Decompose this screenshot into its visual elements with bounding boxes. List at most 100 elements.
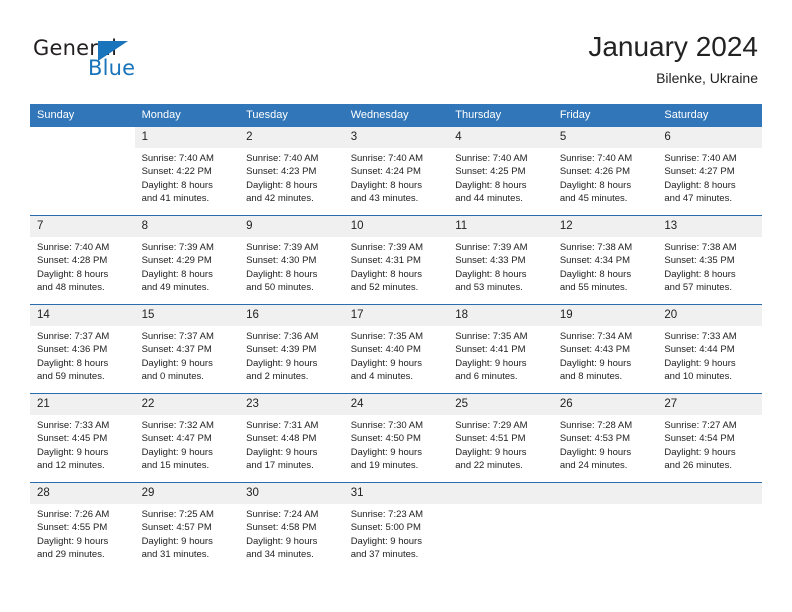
day-info-line: Sunrise: 7:34 AM bbox=[559, 331, 633, 342]
calendar-day-cell[interactable]: 15 Sunrise: 7:37 AM Sunset: 4:37 PM Dayligh… bbox=[134, 304, 240, 394]
day-info-line: Sunset: 4:24 PM bbox=[350, 166, 421, 178]
calendar-day-cell[interactable]: 10 Sunrise: 7:39 AM Sunset: 4:31 PM Dayligh… bbox=[343, 215, 449, 305]
calendar-week-row: 1 Sunrise: 7:40 AM Sunset: 4:22 PM Daylight… bbox=[30, 127, 762, 216]
day-info-line: Daylight: 9 hours bbox=[350, 357, 422, 369]
day-info-line: and 34 minutes. bbox=[246, 548, 314, 560]
day-info-line: and 0 minutes. bbox=[141, 370, 204, 382]
day-info-line: and 41 minutes. bbox=[141, 192, 210, 204]
weekday-header-thursday: Thursday bbox=[448, 104, 553, 127]
day-info-line: Sunset: 4:30 PM bbox=[246, 255, 317, 267]
calendar-day-cell[interactable]: 12 Sunrise: 7:38 AM Sunset: 4:34 PM Dayligh… bbox=[552, 215, 658, 305]
calendar-day-cell[interactable]: 26 Sunrise: 7:28 AM Sunset: 4:53 PM Dayligh… bbox=[552, 393, 658, 483]
day-number: 16 bbox=[239, 305, 344, 326]
day-info-line: and 17 minutes. bbox=[246, 459, 314, 471]
day-info-line: Sunset: 5:00 PM bbox=[350, 522, 421, 534]
day-sun-info: Sunrise: 7:40 AM Sunset: 4:23 PM Daylight:… bbox=[239, 148, 344, 205]
calendar-day-cell[interactable]: 7 Sunrise: 7:40 AM Sunset: 4:28 PM Daylight… bbox=[30, 215, 135, 305]
weekday-header-wednesday: Wednesday bbox=[343, 104, 449, 127]
day-number: 2 bbox=[239, 127, 344, 148]
day-info-line: Daylight: 8 hours bbox=[455, 179, 527, 191]
day-info-line: Sunrise: 7:40 AM bbox=[141, 153, 214, 164]
calendar-day-cell[interactable]: 20 Sunrise: 7:33 AM Sunset: 4:44 PM Dayligh… bbox=[657, 304, 762, 394]
day-info-line: and 59 minutes. bbox=[37, 370, 105, 382]
calendar-day-cell[interactable]: 16 Sunrise: 7:36 AM Sunset: 4:39 PM Dayligh… bbox=[239, 304, 344, 394]
calendar-day-cell[interactable]: 5 Sunrise: 7:40 AM Sunset: 4:26 PM Daylight… bbox=[552, 127, 658, 216]
day-number: 24 bbox=[343, 394, 449, 415]
calendar-day-cell[interactable]: 28 Sunrise: 7:26 AM Sunset: 4:55 PM Dayligh… bbox=[30, 482, 135, 571]
day-info-line: Sunset: 4:58 PM bbox=[246, 522, 317, 534]
day-info-line: Sunrise: 7:39 AM bbox=[141, 242, 214, 253]
day-info-line: Daylight: 9 hours bbox=[559, 357, 632, 369]
day-info-line: and 29 minutes. bbox=[37, 548, 105, 560]
calendar-day-cell[interactable]: 17 Sunrise: 7:35 AM Sunset: 4:40 PM Dayligh… bbox=[343, 304, 449, 394]
calendar-day-cell[interactable]: 1 Sunrise: 7:40 AM Sunset: 4:22 PM Daylight… bbox=[134, 127, 240, 216]
day-info-line: Sunrise: 7:30 AM bbox=[350, 420, 424, 431]
calendar-day-cell[interactable]: 25 Sunrise: 7:29 AM Sunset: 4:51 PM Dayligh… bbox=[448, 393, 553, 483]
calendar-day-cell[interactable]: 6 Sunrise: 7:40 AM Sunset: 4:27 PM Daylight… bbox=[657, 127, 762, 216]
calendar-day-cell[interactable]: 19 Sunrise: 7:34 AM Sunset: 4:43 PM Dayligh… bbox=[552, 304, 658, 394]
day-sun-info: Sunrise: 7:36 AM Sunset: 4:39 PM Daylight:… bbox=[239, 326, 344, 383]
day-sun-info: Sunrise: 7:37 AM Sunset: 4:36 PM Daylight:… bbox=[30, 326, 135, 383]
page-header: General Blue January 2024 Bilenke, Ukrai… bbox=[0, 0, 792, 104]
day-info-line: Sunset: 4:51 PM bbox=[455, 433, 526, 445]
calendar-day-cell[interactable]: 4 Sunrise: 7:40 AM Sunset: 4:25 PM Daylight… bbox=[448, 127, 553, 216]
calendar-page: General Blue January 2024 Bilenke, Ukrai… bbox=[0, 0, 792, 612]
day-info-line: Sunrise: 7:25 AM bbox=[141, 509, 214, 520]
day-info-line: and 6 minutes. bbox=[455, 370, 518, 382]
day-info-line: and 49 minutes. bbox=[141, 281, 210, 293]
calendar-day-cell[interactable]: 11 Sunrise: 7:39 AM Sunset: 4:33 PM Dayligh… bbox=[448, 215, 553, 305]
day-number bbox=[552, 483, 658, 504]
day-info-line: Sunset: 4:22 PM bbox=[141, 166, 212, 178]
day-info-line: and 44 minutes. bbox=[455, 192, 523, 204]
calendar-day-cell[interactable]: 30 Sunrise: 7:24 AM Sunset: 4:58 PM Dayligh… bbox=[239, 482, 344, 571]
calendar-day-cell[interactable]: 9 Sunrise: 7:39 AM Sunset: 4:30 PM Daylight… bbox=[239, 215, 344, 305]
day-info-line: Sunrise: 7:40 AM bbox=[664, 153, 737, 164]
day-info-line: Sunset: 4:25 PM bbox=[455, 166, 526, 178]
general-blue-logo: General Blue bbox=[33, 36, 233, 88]
location-subtitle: Bilenke, Ukraine bbox=[656, 70, 758, 86]
calendar-day-cell[interactable]: 22 Sunrise: 7:32 AM Sunset: 4:47 PM Dayligh… bbox=[134, 393, 240, 483]
calendar-day-cell[interactable]: 8 Sunrise: 7:39 AM Sunset: 4:29 PM Daylight… bbox=[134, 215, 240, 305]
calendar-day-cell[interactable]: 24 Sunrise: 7:30 AM Sunset: 4:50 PM Dayligh… bbox=[343, 393, 449, 483]
day-info-line: Sunset: 4:40 PM bbox=[350, 344, 421, 356]
day-info-line: Daylight: 9 hours bbox=[455, 446, 527, 458]
day-info-line: Sunrise: 7:29 AM bbox=[455, 420, 528, 431]
day-number: 17 bbox=[343, 305, 449, 326]
day-number: 30 bbox=[239, 483, 344, 504]
day-info-line: and 47 minutes. bbox=[664, 192, 732, 204]
day-info-line: Daylight: 9 hours bbox=[664, 357, 736, 369]
day-number: 8 bbox=[134, 216, 240, 237]
calendar-day-cell[interactable]: 3 Sunrise: 7:40 AM Sunset: 4:24 PM Daylight… bbox=[343, 127, 449, 216]
day-sun-info: Sunrise: 7:33 AM Sunset: 4:45 PM Daylight:… bbox=[30, 415, 135, 472]
day-number: 5 bbox=[552, 127, 658, 148]
calendar-cell-empty bbox=[657, 482, 762, 571]
day-info-line: Daylight: 9 hours bbox=[246, 446, 318, 458]
day-sun-info: Sunrise: 7:38 AM Sunset: 4:35 PM Daylight:… bbox=[657, 237, 762, 294]
day-info-line: and 8 minutes. bbox=[559, 370, 623, 382]
day-info-line: Sunrise: 7:37 AM bbox=[37, 331, 110, 342]
calendar-day-cell[interactable]: 31 Sunrise: 7:23 AM Sunset: 5:00 PM Dayligh… bbox=[343, 482, 449, 571]
day-info-line: Daylight: 9 hours bbox=[350, 446, 422, 458]
day-info-line: Sunrise: 7:32 AM bbox=[141, 420, 214, 431]
calendar-day-cell[interactable]: 18 Sunrise: 7:35 AM Sunset: 4:41 PM Dayligh… bbox=[448, 304, 553, 394]
day-info-line: Sunset: 4:29 PM bbox=[141, 255, 212, 267]
weekday-header-tuesday: Tuesday bbox=[239, 104, 344, 127]
day-info-line: and 19 minutes. bbox=[350, 459, 419, 471]
day-sun-info: Sunrise: 7:26 AM Sunset: 4:55 PM Daylight:… bbox=[30, 504, 135, 561]
calendar-day-cell[interactable]: 13 Sunrise: 7:38 AM Sunset: 4:35 PM Dayligh… bbox=[657, 215, 762, 305]
weekday-header-saturday: Saturday bbox=[657, 104, 762, 127]
day-info-line: and 22 minutes. bbox=[455, 459, 523, 471]
calendar-day-cell[interactable]: 21 Sunrise: 7:33 AM Sunset: 4:45 PM Dayligh… bbox=[30, 393, 135, 483]
day-number: 1 bbox=[134, 127, 240, 148]
weekday-header-friday: Friday bbox=[552, 104, 658, 127]
day-info-line: and 55 minutes. bbox=[559, 281, 628, 293]
day-info-line: and 26 minutes. bbox=[664, 459, 732, 471]
calendar-day-cell[interactable]: 2 Sunrise: 7:40 AM Sunset: 4:23 PM Daylight… bbox=[239, 127, 344, 216]
day-info-line: Sunrise: 7:36 AM bbox=[246, 331, 319, 342]
calendar-day-cell[interactable]: 29 Sunrise: 7:25 AM Sunset: 4:57 PM Dayligh… bbox=[134, 482, 240, 571]
day-sun-info: Sunrise: 7:25 AM Sunset: 4:57 PM Daylight:… bbox=[135, 504, 240, 561]
calendar-day-cell[interactable]: 23 Sunrise: 7:31 AM Sunset: 4:48 PM Dayligh… bbox=[239, 393, 344, 483]
day-info-line: and 12 minutes. bbox=[37, 459, 105, 471]
calendar-day-cell[interactable]: 27 Sunrise: 7:27 AM Sunset: 4:54 PM Dayligh… bbox=[657, 393, 762, 483]
calendar-day-cell[interactable]: 14 Sunrise: 7:37 AM Sunset: 4:36 PM Dayligh… bbox=[30, 304, 135, 394]
